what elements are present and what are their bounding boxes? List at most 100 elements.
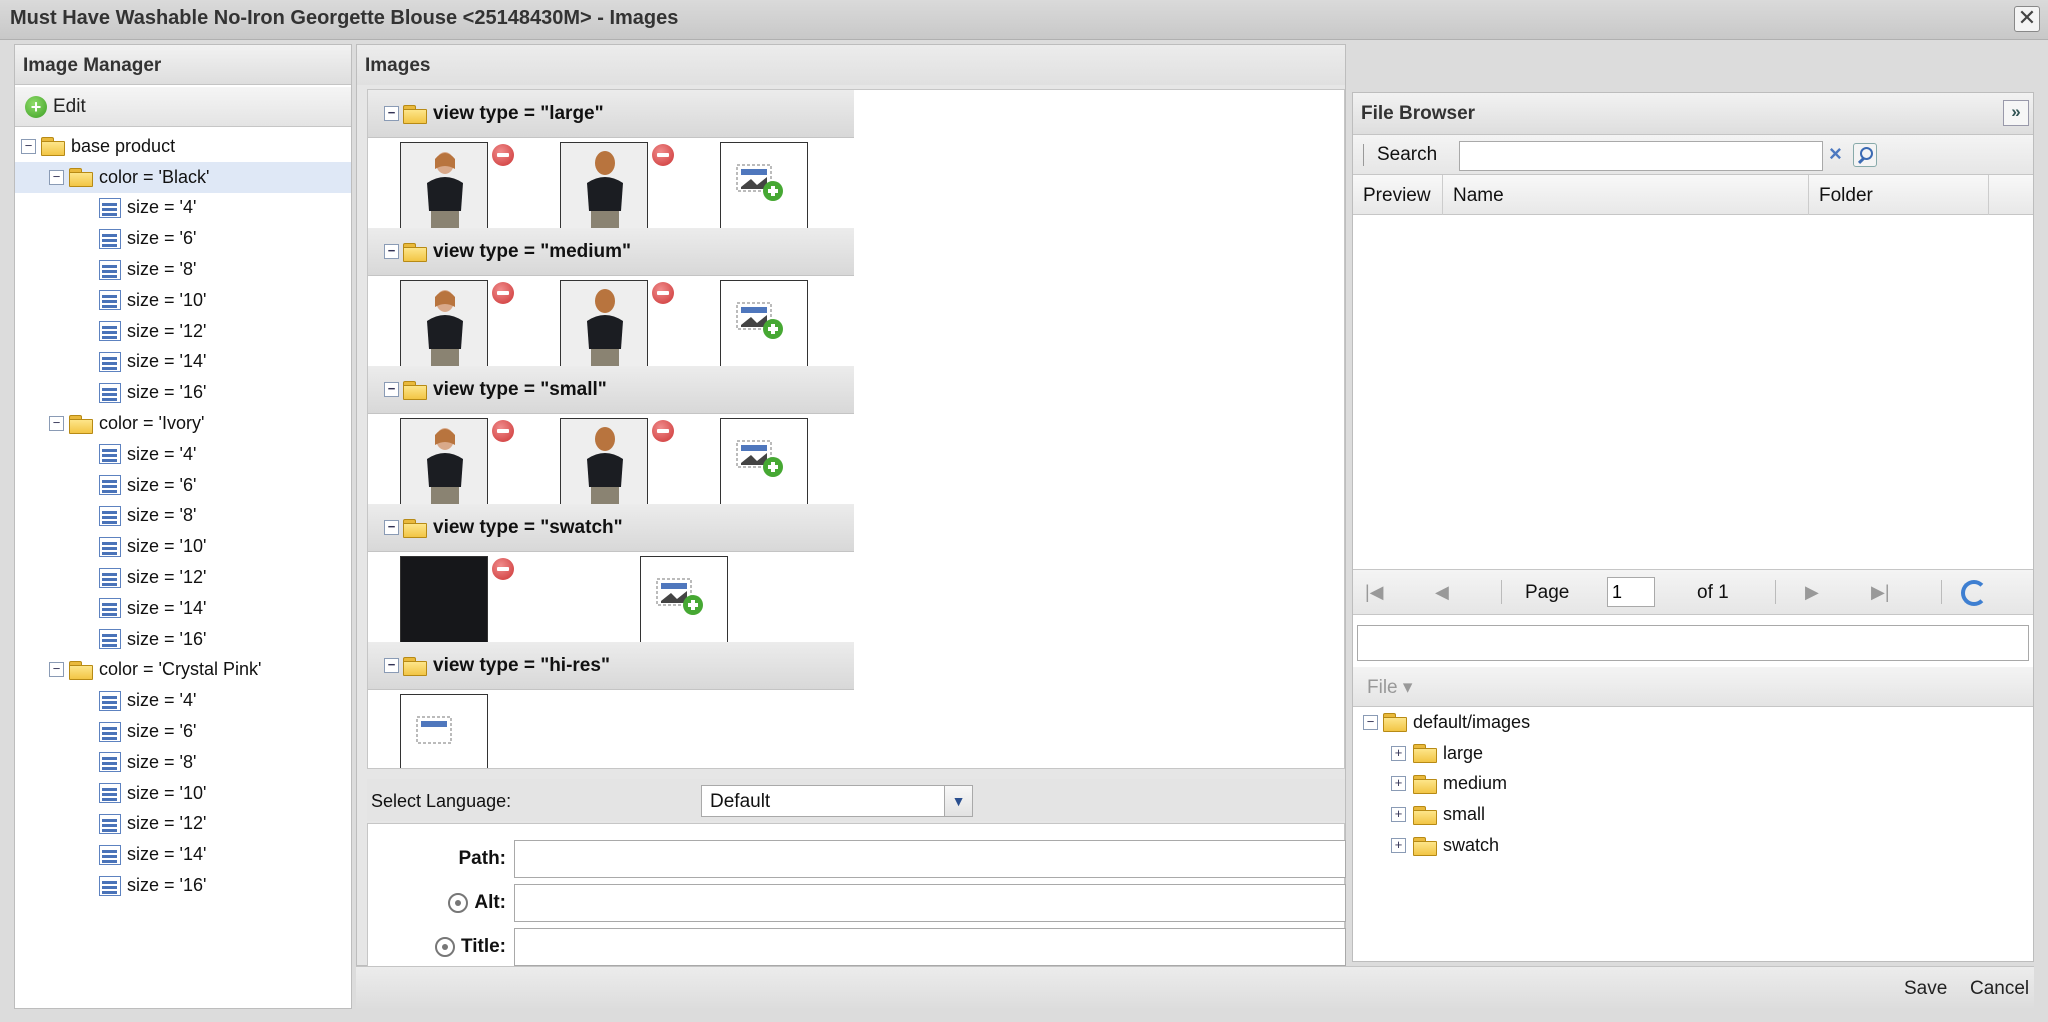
remove-icon[interactable] [492,558,514,580]
view-type-header[interactable]: − view type = "medium" [368,228,854,276]
image-thumbnail[interactable] [560,142,648,230]
chevron-down-icon[interactable]: ▼ [944,786,972,816]
add-image-icon [736,440,783,477]
tree-node-size[interactable]: size = '16' [15,624,351,655]
expand-icon[interactable]: + [1391,807,1406,823]
tree-node-size[interactable]: size = '6' [15,716,351,747]
tree-node-size[interactable]: size = '14' [15,839,351,870]
cancel-button[interactable]: Cancel [1970,978,2029,1000]
collapse-icon[interactable]: − [49,416,64,432]
localize-icon[interactable] [434,937,455,957]
next-page-icon[interactable]: ▶ [1805,582,1819,603]
remove-icon[interactable] [652,420,674,442]
column-header-folder[interactable]: Folder [1809,175,1989,215]
expand-icon[interactable]: + [1391,838,1406,854]
folder-node[interactable]: + large [1353,738,2033,769]
remove-icon[interactable] [652,144,674,166]
tree-node-base-product[interactable]: − base product [15,131,351,162]
prev-page-icon[interactable]: ◀ [1435,582,1449,603]
collapse-icon[interactable]: − [49,662,64,678]
add-image-button[interactable] [720,142,808,230]
image-thumbnail[interactable] [400,142,488,230]
remove-icon[interactable] [492,282,514,304]
tree-node-size[interactable]: size = '10' [15,778,351,809]
collapse-icon[interactable]: − [21,138,36,154]
tree-node-label: color = 'Ivory' [99,413,205,434]
collapse-panel-icon[interactable]: » [2003,100,2029,126]
tree-node-size[interactable]: size = '12' [15,316,351,347]
collapse-icon[interactable]: − [384,520,399,535]
folder-node-root[interactable]: − default/images [1353,707,2033,738]
page-number-input[interactable] [1607,577,1655,607]
tree-node-size[interactable]: size = '4' [15,685,351,716]
expand-icon[interactable]: + [1391,745,1406,761]
tree-node-size[interactable]: size = '6' [15,470,351,501]
folder-tree: − default/images + large + medium + smal… [1353,707,2033,861]
view-type-header[interactable]: − view type = "swatch" [368,504,854,552]
title-input[interactable] [514,928,1346,966]
folder-node[interactable]: + swatch [1353,830,2033,861]
folder-node[interactable]: + small [1353,799,2033,830]
image-thumbnail[interactable] [560,280,648,368]
tree-node-size[interactable]: size = '4' [15,439,351,470]
last-page-icon[interactable]: ▶| [1871,582,1890,603]
collapse-icon[interactable]: − [384,382,399,397]
tree-node-size[interactable]: size = '6' [15,223,351,254]
tree-node-size[interactable]: size = '12' [15,809,351,840]
tree-node-size[interactable]: size = '8' [15,501,351,532]
file-menu-button[interactable]: File ▾ [1367,676,1412,699]
edit-button[interactable]: + Edit [25,95,86,119]
image-thumbnail[interactable] [560,418,648,506]
tree-node-size[interactable]: size = '10' [15,531,351,562]
collapse-icon[interactable]: − [384,106,399,121]
tree-node-label: color = 'Crystal Pink' [99,659,262,680]
view-type-header[interactable]: − view type = "small" [368,366,854,414]
column-header-name[interactable]: Name [1443,175,1809,215]
localize-icon[interactable] [448,893,469,913]
refresh-icon[interactable] [1961,580,1987,606]
view-type-header[interactable]: − view type = "hi-res" [368,642,854,690]
expand-icon[interactable]: + [1391,776,1406,792]
view-type-header[interactable]: − view type = "large" [368,90,854,138]
tree-node-size[interactable]: size = '12' [15,562,351,593]
clear-search-icon[interactable]: × [1829,141,1842,167]
collapse-icon[interactable]: − [384,244,399,259]
folder-node[interactable]: + medium [1353,769,2033,800]
tree-node-size[interactable]: size = '4' [15,193,351,224]
remove-icon[interactable] [492,144,514,166]
alt-label-text: Alt: [474,892,506,913]
tree-node-color-crystal-pink[interactable]: − color = 'Crystal Pink' [15,655,351,686]
tree-node-size[interactable]: size = '14' [15,593,351,624]
add-image-button[interactable] [720,418,808,506]
tree-node-size[interactable]: size = '16' [15,377,351,408]
add-image-button[interactable] [400,694,488,768]
tree-node-size[interactable]: size = '8' [15,254,351,285]
variant-icon [99,567,121,588]
image-thumbnail[interactable] [400,418,488,506]
image-thumbnail[interactable] [400,280,488,368]
save-button[interactable]: Save [1904,978,1947,1000]
add-image-button[interactable] [720,280,808,368]
collapse-icon[interactable]: − [384,658,399,673]
column-header-preview[interactable]: Preview [1353,175,1443,215]
remove-icon[interactable] [492,420,514,442]
tree-node-size[interactable]: size = '16' [15,870,351,901]
model-front-image [401,281,487,367]
path-input[interactable] [514,840,1346,878]
language-select[interactable]: Default ▼ [701,785,973,817]
alt-input[interactable] [514,884,1346,922]
collapse-icon[interactable]: − [49,169,64,185]
search-input[interactable] [1459,141,1823,171]
tree-node-size[interactable]: size = '14' [15,347,351,378]
close-icon[interactable]: ✕ [2014,6,2040,32]
swatch-thumbnail[interactable] [400,556,488,644]
tree-node-size[interactable]: size = '8' [15,747,351,778]
add-image-button[interactable] [640,556,728,644]
tree-node-size[interactable]: size = '10' [15,285,351,316]
search-icon[interactable] [1853,143,1877,167]
remove-icon[interactable] [652,282,674,304]
collapse-icon[interactable]: − [1363,714,1378,730]
tree-node-color-ivory[interactable]: − color = 'Ivory' [15,408,351,439]
tree-node-color-black[interactable]: − color = 'Black' [15,161,351,193]
first-page-icon[interactable]: |◀ [1365,582,1384,603]
